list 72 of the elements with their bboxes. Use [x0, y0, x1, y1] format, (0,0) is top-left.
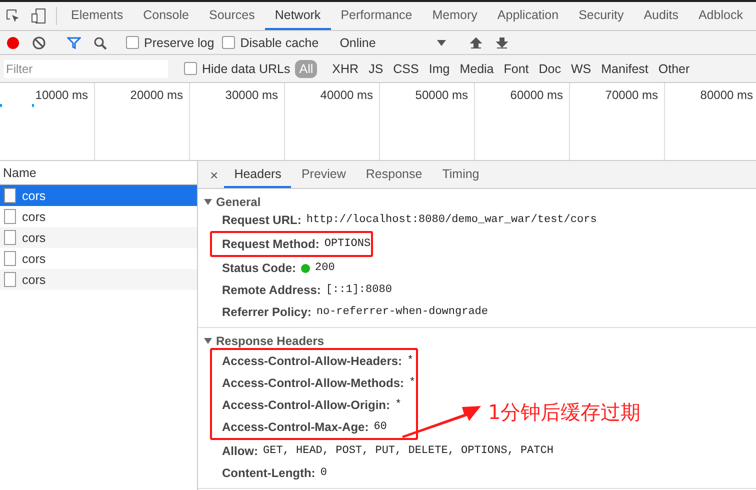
- type-filter[interactable]: Doc: [534, 60, 565, 78]
- header-value: OPTIONS: [324, 238, 371, 250]
- header-name: Content-Length:: [222, 466, 316, 480]
- detail-tab[interactable]: Headers: [224, 161, 292, 188]
- annotation-text: 1分钟后缓存过期: [488, 399, 641, 426]
- time-tick: 80000 ms: [700, 88, 753, 102]
- header-value: *: [409, 377, 416, 389]
- header-name: Remote Address:: [222, 283, 321, 297]
- detail-tab[interactable]: Preview: [291, 161, 356, 188]
- header-value: 60: [374, 421, 387, 433]
- section-header[interactable]: General: [198, 189, 756, 209]
- hide-data-urls-checkbox[interactable]: Hide data URLs: [184, 62, 290, 76]
- disable-cache-checkbox[interactable]: Disable cache: [222, 36, 319, 50]
- header-name: Access-Control-Allow-Origin:: [222, 398, 390, 412]
- column-header: Name: [3, 166, 36, 180]
- type-filter[interactable]: Font: [500, 60, 533, 78]
- preserve-log-checkbox[interactable]: Preserve log: [126, 36, 214, 50]
- header-name: Request Method:: [222, 237, 320, 251]
- header-name: Access-Control-Max-Age:: [222, 420, 369, 434]
- header-name: Access-Control-Allow-Headers:: [222, 354, 402, 368]
- header-value: no-referrer-when-downgrade: [316, 306, 488, 318]
- panel-tab[interactable]: Performance: [330, 2, 422, 30]
- detail-tab[interactable]: Timing: [432, 161, 490, 188]
- file-icon: [4, 188, 16, 203]
- time-tick: 50000 ms: [415, 88, 468, 102]
- file-icon: [4, 251, 16, 266]
- panel-tab[interactable]: Elements: [61, 2, 134, 30]
- throttling-dropdown[interactable]: Online: [332, 36, 454, 50]
- close-button[interactable]: ×: [204, 161, 224, 188]
- header-value: 0: [320, 467, 327, 479]
- section-header[interactable]: Response Headers: [198, 328, 756, 348]
- time-tick: 30000 ms: [225, 88, 278, 102]
- header-name: Access-Control-Allow-Methods:: [222, 376, 404, 390]
- header-value: [::1]:8080: [326, 284, 392, 296]
- header-name: Request URL:: [222, 213, 302, 227]
- header-name: Allow:: [222, 444, 258, 458]
- type-filter[interactable]: WS: [567, 60, 596, 78]
- type-filter[interactable]: Manifest: [597, 60, 652, 78]
- panel-tab[interactable]: Security: [568, 2, 634, 30]
- type-filter[interactable]: Img: [424, 60, 454, 78]
- panel-tab[interactable]: Adblock: [688, 2, 753, 30]
- header-value: GET, HEAD, POST, PUT, DELETE, OPTIONS, PATCH: [263, 445, 554, 457]
- type-filter[interactable]: XHR: [328, 60, 363, 78]
- panel-tab[interactable]: Sources: [198, 2, 265, 30]
- file-icon: [4, 230, 16, 245]
- header-value: http://localhost:8080/demo_war_war/test/cors: [306, 214, 597, 226]
- header-name: Referrer Policy:: [222, 305, 312, 319]
- caret-icon: [436, 40, 446, 46]
- request-row[interactable]: cors: [0, 185, 197, 206]
- panel-tab[interactable]: Console: [133, 2, 199, 30]
- file-icon: [4, 272, 16, 287]
- header-name: Status Code:: [222, 261, 296, 275]
- file-icon: [4, 209, 16, 224]
- filter-field[interactable]: Filter: [4, 60, 168, 78]
- time-tick: 60000 ms: [510, 88, 563, 102]
- panel-tab[interactable]: Audits: [634, 2, 688, 30]
- panel-tab[interactable]: Application: [487, 2, 569, 30]
- request-row[interactable]: cors: [0, 269, 197, 290]
- time-tick: 20000 ms: [130, 88, 183, 102]
- type-filter[interactable]: JS: [364, 60, 388, 78]
- time-tick: 10000 ms: [35, 88, 88, 102]
- type-filter[interactable]: Other: [654, 60, 694, 78]
- detail-tab[interactable]: Response: [356, 161, 432, 188]
- request-row[interactable]: cors: [0, 227, 197, 248]
- time-tick: 70000 ms: [605, 88, 658, 102]
- header-value: *: [407, 355, 414, 367]
- time-tick: 40000 ms: [320, 88, 373, 102]
- type-filter[interactable]: Media: [456, 60, 498, 78]
- type-filter[interactable]: CSS: [389, 60, 423, 78]
- header-value: *: [395, 399, 402, 411]
- panel-tab[interactable]: Memory: [422, 2, 488, 30]
- header-value: 200: [301, 262, 335, 274]
